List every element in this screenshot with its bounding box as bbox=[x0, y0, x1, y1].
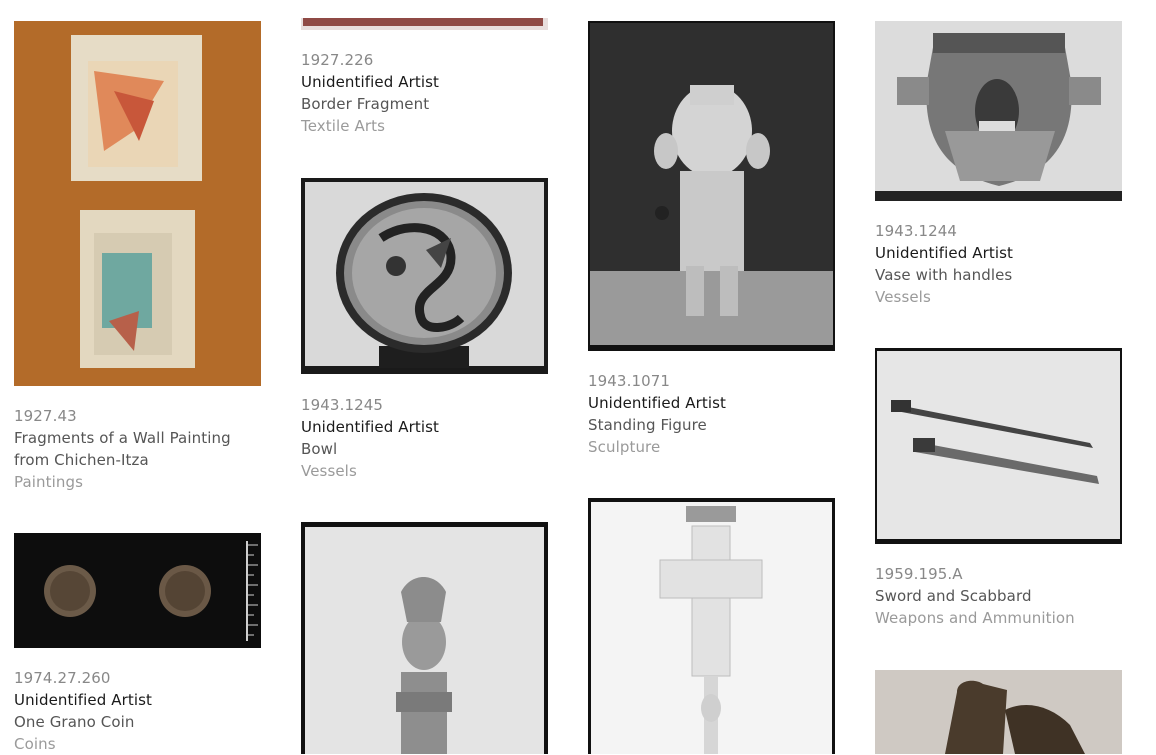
accession-number: 1927.226 bbox=[301, 51, 374, 69]
classification[interactable]: Vessels bbox=[301, 460, 561, 482]
artist-name[interactable]: Unidentified Artist bbox=[588, 392, 848, 414]
artwork-title-continued[interactable]: from Chichen-Itza bbox=[14, 449, 274, 471]
artwork-meta-1943-1245: 1943.1245 Unidentified Artist Bowl Vesse… bbox=[301, 394, 561, 482]
classification[interactable]: Textile Arts bbox=[301, 115, 561, 137]
classification[interactable]: Paintings bbox=[14, 471, 274, 493]
artwork-meta-1943-1244: 1943.1244 Unidentified Artist Vase with … bbox=[875, 220, 1135, 308]
artwork-thumbnail-1959-195-a[interactable] bbox=[875, 348, 1122, 544]
classification[interactable]: Sculpture bbox=[588, 436, 848, 458]
artist-name[interactable]: Unidentified Artist bbox=[14, 689, 274, 711]
artist-name[interactable]: Unidentified Artist bbox=[301, 416, 561, 438]
artwork-meta-1927-226: 1927.226 Unidentified Artist Border Frag… bbox=[301, 49, 561, 137]
accession-number: 1943.1244 bbox=[875, 222, 958, 240]
artwork-title[interactable]: Sword and Scabbard bbox=[875, 585, 1135, 607]
accession-number: 1927.43 bbox=[14, 407, 77, 425]
artwork-title[interactable]: Vase with handles bbox=[875, 264, 1135, 286]
accession-number: 1943.1245 bbox=[301, 396, 384, 414]
artwork-meta-1943-1071: 1943.1071 Unidentified Artist Standing F… bbox=[588, 370, 848, 458]
artist-name[interactable]: Unidentified Artist bbox=[875, 242, 1135, 264]
artwork-meta-1927-43: 1927.43 Fragments of a Wall Painting fro… bbox=[14, 405, 274, 493]
artwork-title[interactable]: One Grano Coin bbox=[14, 711, 274, 733]
artwork-thumbnail-1943-1071[interactable] bbox=[588, 21, 835, 351]
artwork-meta-1974-27-260: 1974.27.260 Unidentified Artist One Gran… bbox=[14, 667, 274, 755]
artist-name[interactable]: Unidentified Artist bbox=[301, 71, 561, 93]
artwork-thumbnail-1943-1245[interactable] bbox=[301, 178, 548, 374]
artwork-thumbnail-1943-1244[interactable] bbox=[875, 21, 1122, 201]
artwork-title[interactable]: Bowl bbox=[301, 438, 561, 460]
artwork-thumbnail-figure-with-headdress[interactable] bbox=[301, 522, 548, 754]
artwork-meta-1959-195-a: 1959.195.A Sword and Scabbard Weapons an… bbox=[875, 563, 1135, 629]
classification[interactable]: Coins bbox=[14, 733, 274, 755]
classification[interactable]: Weapons and Ammunition bbox=[875, 607, 1135, 629]
accession-number: 1943.1071 bbox=[588, 372, 671, 390]
accession-number: 1974.27.260 bbox=[14, 669, 111, 687]
artwork-title[interactable]: Fragments of a Wall Painting bbox=[14, 427, 274, 449]
artwork-thumbnail-cross[interactable] bbox=[588, 498, 835, 754]
artwork-title[interactable]: Border Fragment bbox=[301, 93, 561, 115]
classification[interactable]: Vessels bbox=[875, 286, 1135, 308]
artwork-thumbnail-ceramic-vessel[interactable] bbox=[875, 670, 1122, 754]
artwork-thumbnail-1974-27-260[interactable] bbox=[14, 533, 261, 648]
artwork-thumbnail-1927-226[interactable] bbox=[301, 18, 548, 30]
artwork-thumbnail-1927-43[interactable] bbox=[14, 21, 261, 386]
artwork-title[interactable]: Standing Figure bbox=[588, 414, 848, 436]
accession-number: 1959.195.A bbox=[875, 565, 963, 583]
